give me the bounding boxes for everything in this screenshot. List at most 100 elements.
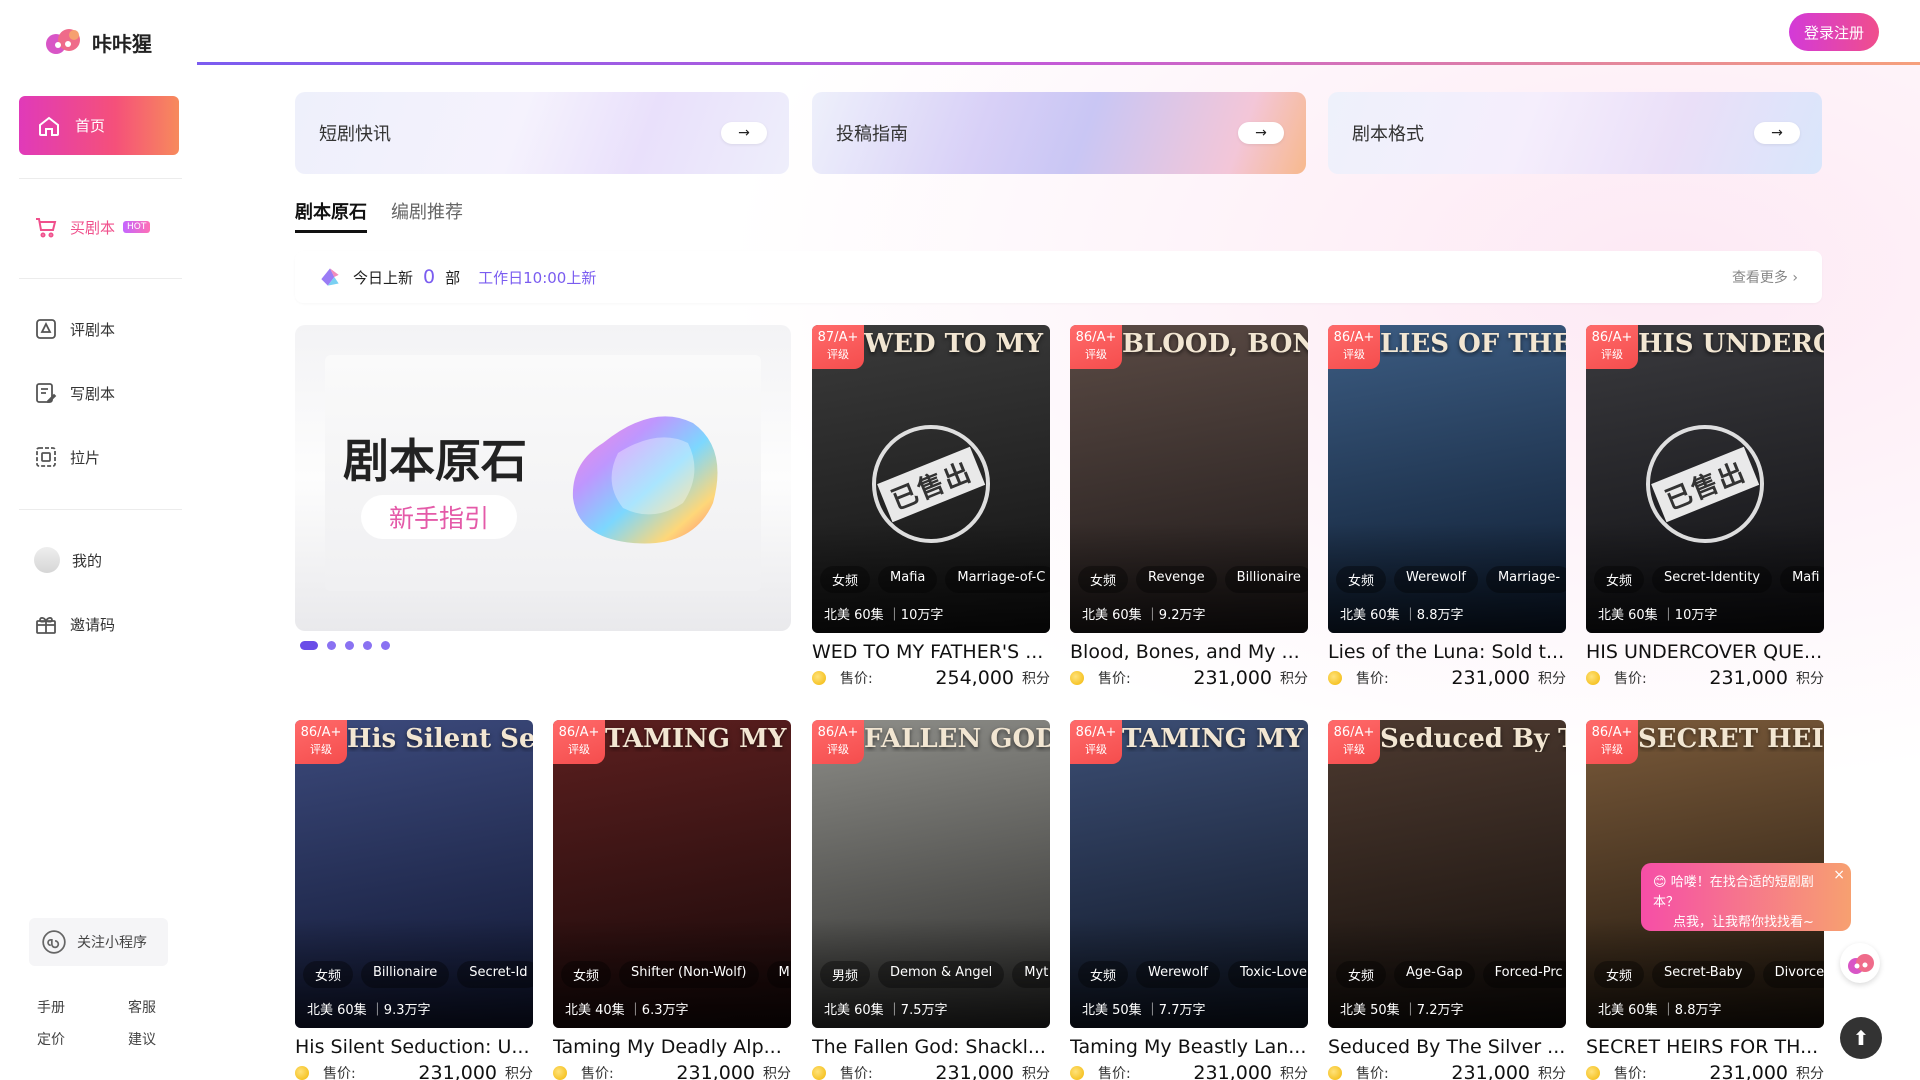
script-title[interactable]: SECRET HEIRS FOR TH... (1586, 1036, 1824, 1058)
grade-score: 87/A+ (817, 330, 859, 345)
genre-tag[interactable]: 女频 (561, 961, 612, 988)
tag-list: 女频 Billionaire Secret-Id (303, 961, 533, 988)
quick-link-label: 剧本格式 (1352, 124, 1424, 145)
genre-tag[interactable]: M (766, 961, 791, 988)
script-cover[interactable]: WED TO MY FATHER'S KILLER 87/A+评级 已售出 女频… (812, 325, 1050, 633)
sidebar-item-mine[interactable]: 我的 (34, 547, 102, 573)
tab-writer-recommend[interactable]: 编剧推荐 (391, 198, 463, 233)
script-title[interactable]: Taming My Deadly Alp... (553, 1036, 791, 1058)
script-card[interactable]: HIS UNDERCOVER QUEEN 86/A+评级 已售出 女频Secre… (1586, 325, 1824, 689)
genre-tag[interactable]: Werewolf (1394, 566, 1478, 593)
sidebar-item-home[interactable]: 首页 (19, 96, 179, 155)
assistant-tip[interactable]: 😊 哈喽！在找合适的短剧剧本？ 点我，让我帮你找找看~ × (1641, 863, 1851, 931)
login-button[interactable]: 登录注册 (1789, 13, 1879, 51)
carousel-dot[interactable] (381, 641, 390, 650)
sidebar-item-review[interactable]: 评剧本 (34, 317, 115, 341)
genre-tag[interactable]: 女频 (1594, 566, 1645, 593)
script-title[interactable]: His Silent Seduction: U... (295, 1036, 533, 1058)
script-card[interactable]: FALLEN GOD 86/A+ 评级 男频 Demon & Angel Myt 北美… (812, 720, 1050, 1080)
mini-program-button[interactable]: 关注小程序 (29, 918, 168, 966)
genre-tag[interactable]: Age-Gap (1394, 961, 1475, 988)
genre-tag[interactable]: 男频 (820, 961, 871, 988)
genre-tag[interactable]: Billionaire (361, 961, 450, 988)
script-card[interactable]: TAMING MY BEASTLY LANDLORD 86/A+评级 女频Wer… (1070, 720, 1308, 1080)
script-title[interactable]: Lies of the Luna: Sold t... (1328, 641, 1566, 663)
quick-link-news[interactable]: 短剧快讯 → (295, 92, 789, 174)
genre-tag[interactable]: Werewolf (1136, 961, 1220, 988)
script-title[interactable]: Taming My Beastly Lan... (1070, 1036, 1308, 1058)
carousel-dot[interactable] (327, 641, 336, 650)
script-cover[interactable]: His Silent Seduction: Undercover Heiress… (295, 720, 533, 1028)
manual-link[interactable]: 手册 (37, 997, 65, 1017)
genre-tag[interactable]: Secret-Id (457, 961, 533, 988)
script-cover[interactable]: Seduced By The Silver Fox: My Best Frien… (1328, 720, 1566, 1028)
genre-tag[interactable]: 女频 (1078, 566, 1129, 593)
script-title[interactable]: The Fallen God: Shackl... (812, 1036, 1050, 1058)
hero-guide-button[interactable]: 新手指引 (361, 495, 517, 539)
script-card[interactable]: TAMING MY DEADLY ALPHA LION 86/A+评级 女频Sh… (553, 720, 791, 1080)
carousel-dot[interactable] (345, 641, 354, 650)
script-cover[interactable]: TAMING MY BEASTLY LANDLORD 86/A+评级 女频Wer… (1070, 720, 1308, 1028)
script-card[interactable]: WED TO MY FATHER'S KILLER 87/A+评级 已售出 女频… (812, 325, 1050, 689)
back-to-top-button[interactable]: ⬆ (1840, 1017, 1882, 1059)
close-icon[interactable]: × (1833, 865, 1845, 885)
genre-tag[interactable]: 女频 (1336, 566, 1387, 593)
sidebar-item-breakdown[interactable]: 拉片 (34, 445, 100, 469)
pricing-link[interactable]: 定价 (37, 1029, 65, 1049)
script-meta: 北美 60集 ｜9.2万字 (1082, 608, 1206, 623)
genre-tag[interactable]: Forced-Prc (1482, 961, 1566, 988)
genre-tag[interactable]: Billionaire (1224, 566, 1308, 593)
genre-tag[interactable]: Secret-Baby (1652, 961, 1755, 988)
gift-icon (36, 616, 56, 634)
script-title[interactable]: HIS UNDERCOVER QUE... (1586, 641, 1824, 663)
genre-tag[interactable]: Divorce (1762, 961, 1824, 988)
genre-tag[interactable]: 女频 (303, 961, 354, 988)
quick-link-format[interactable]: 剧本格式 → (1328, 92, 1822, 174)
genre-tag[interactable]: Shifter (Non-Wolf) (619, 961, 759, 988)
carousel-dot[interactable] (300, 641, 318, 650)
genre-tag[interactable]: Myt (1012, 961, 1050, 988)
script-title[interactable]: WED TO MY FATHER'S ... (812, 641, 1050, 663)
carousel-dot[interactable] (363, 641, 372, 650)
sidebar-item-write[interactable]: 写剧本 (34, 381, 115, 405)
grade-label: 评级 (1601, 743, 1623, 756)
genre-tag[interactable]: 女频 (1594, 961, 1645, 988)
assistant-button[interactable] (1840, 943, 1880, 983)
genre-tag[interactable]: Marriage-of-C (945, 566, 1050, 593)
genre-tag[interactable]: 女频 (820, 566, 871, 593)
script-title[interactable]: Blood, Bones, and My ... (1070, 641, 1308, 663)
tab-script-stone[interactable]: 剧本原石 (295, 198, 367, 233)
script-card[interactable]: LIES OF THE LUNA: PACK ALPHA 86/A+评级 女频W… (1328, 325, 1566, 689)
brand-logo[interactable]: 咔咔猩 (44, 26, 152, 58)
view-more-link[interactable]: 查看更多 › (1732, 267, 1798, 287)
hero-carousel[interactable]: 剧本原石 新手指引 (295, 325, 791, 631)
quick-link-submission[interactable]: 投稿指南 → (812, 92, 1306, 174)
genre-tag[interactable]: 女频 (1078, 961, 1129, 988)
genre-tag[interactable]: Mafia (878, 566, 938, 593)
script-cover[interactable]: BLOOD, BONES, AND BILLIONAIRE EX 86/A+评级… (1070, 325, 1308, 633)
script-cover[interactable]: LIES OF THE LUNA: PACK ALPHA 86/A+评级 女频W… (1328, 325, 1566, 633)
script-card[interactable]: His Silent Seduction: Undercover Heiress… (295, 720, 533, 1080)
genre-tag[interactable]: Secret-Identity (1652, 566, 1773, 593)
tag-list: 男频 Demon & Angel Myt (820, 961, 1050, 988)
genre-tag[interactable]: Mafi (1780, 566, 1824, 593)
sidebar-item-invite[interactable]: 邀请码 (34, 612, 115, 636)
suggest-link[interactable]: 建议 (128, 1029, 156, 1049)
coin-icon (1070, 1066, 1084, 1080)
script-cover[interactable]: HIS UNDERCOVER QUEEN 86/A+评级 已售出 女频Secre… (1586, 325, 1824, 633)
script-card[interactable]: Seduced By The Silver Fox: My Best Frien… (1328, 720, 1566, 1080)
script-cover[interactable]: FALLEN GOD 86/A+ 评级 男频 Demon & Angel Myt 北美… (812, 720, 1050, 1028)
genre-tag[interactable]: Revenge (1136, 566, 1217, 593)
sidebar-item-buy[interactable]: 买剧本 HOT (34, 215, 151, 239)
service-link[interactable]: 客服 (128, 997, 156, 1017)
genre-tag[interactable]: Demon & Angel (878, 961, 1005, 988)
genre-tag[interactable]: Marriage- (1485, 566, 1566, 593)
script-cover[interactable]: TAMING MY DEADLY ALPHA LION 86/A+评级 女频Sh… (553, 720, 791, 1028)
genre-tag[interactable]: 女频 (1336, 961, 1387, 988)
script-meta: 北美 50集 ｜7.7万字 (1082, 1003, 1206, 1018)
mini-program-icon (42, 930, 66, 954)
script-title[interactable]: Seduced By The Silver ... (1328, 1036, 1566, 1058)
home-icon (39, 116, 59, 136)
genre-tag[interactable]: Toxic-Love (1227, 961, 1308, 988)
script-card[interactable]: BLOOD, BONES, AND BILLIONAIRE EX 86/A+评级… (1070, 325, 1308, 689)
